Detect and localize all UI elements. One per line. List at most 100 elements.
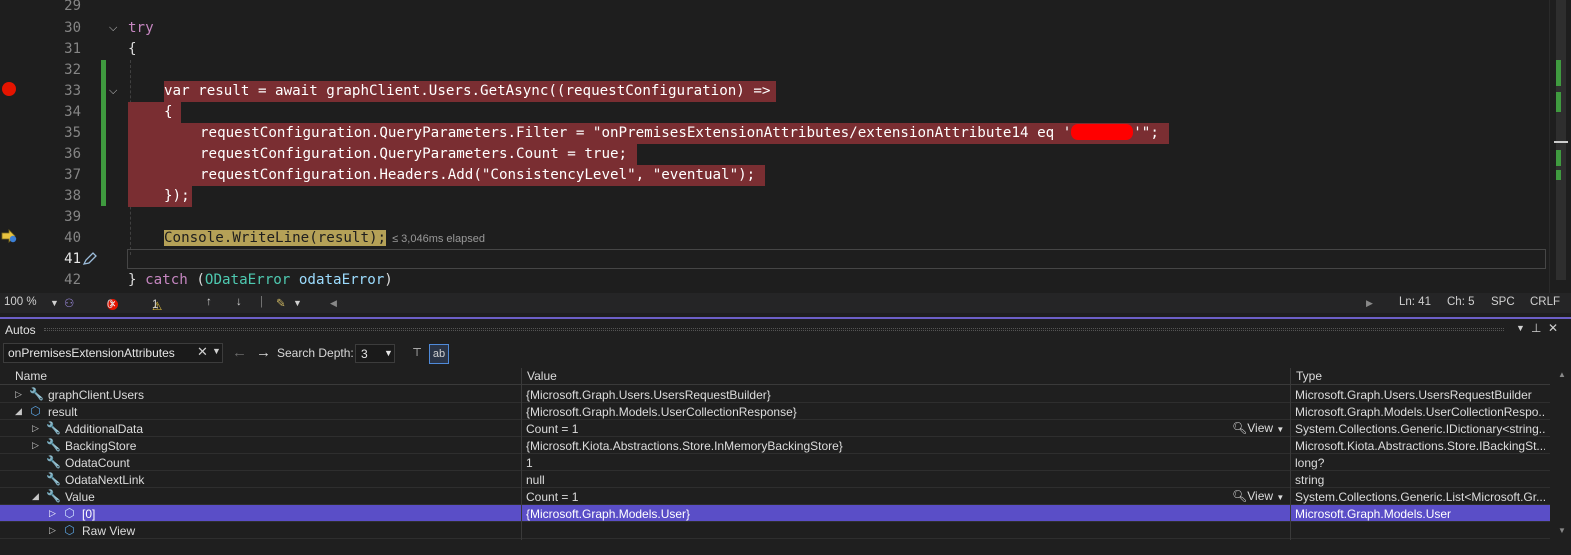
keyword-catch: catch xyxy=(145,272,188,288)
collapse-icon[interactable]: ◢ xyxy=(15,403,22,420)
hexadecimal-display-icon[interactable]: ab xyxy=(429,344,449,364)
row-value[interactable]: Count = 1 xyxy=(526,422,578,436)
edit-pencil-icon[interactable] xyxy=(82,252,98,266)
find-next-icon[interactable]: → xyxy=(256,344,271,361)
collapse-icon[interactable]: ◢ xyxy=(32,488,39,505)
column-header-value[interactable]: Value xyxy=(527,369,557,383)
code-text: ; xyxy=(618,146,628,162)
magnifier-icon: 🔍︎ xyxy=(1232,421,1248,435)
code-editor[interactable]: 29 30 ⌵ try 31 { 32 33 ⌵ var result = aw… xyxy=(0,0,1571,293)
row-value[interactable]: 1 xyxy=(526,456,533,470)
scroll-left-icon[interactable]: ◀ xyxy=(330,298,337,309)
row-value[interactable]: {Microsoft.Graph.Models.UserCollectionRe… xyxy=(526,405,797,419)
scroll-down-icon[interactable]: ▼ xyxy=(1558,526,1566,535)
code-line-35: 35 requestConfiguration.QueryParameters.… xyxy=(0,123,1550,144)
scroll-right-icon[interactable]: ▶ xyxy=(1366,298,1373,309)
current-statement-text: Console.WriteLine(result); xyxy=(164,230,387,246)
row-value[interactable]: {Microsoft.Kiota.Abstractions.Store.InMe… xyxy=(526,439,843,453)
view-label: View xyxy=(1247,489,1274,503)
line-number: 41 xyxy=(64,251,81,267)
table-row[interactable]: ◢ 🔧 Value Count = 1 🔍︎View ▼ System.Coll… xyxy=(0,488,1550,505)
expand-icon[interactable]: ▷ xyxy=(32,437,39,454)
expand-icon[interactable]: ▷ xyxy=(32,420,39,437)
indent-mode[interactable]: SPC xyxy=(1491,296,1515,308)
fold-chevron-icon[interactable]: ⌵ xyxy=(109,18,117,39)
chevron-down-icon: ▼ xyxy=(1276,425,1285,434)
fold-chevron-icon[interactable]: ⌵ xyxy=(109,81,117,102)
row-name: OdataCount xyxy=(65,456,130,470)
caret-marker xyxy=(1554,141,1568,143)
variable-name: odataError xyxy=(290,272,385,288)
code-cleanup-dropdown-icon[interactable]: ▼ xyxy=(293,298,302,308)
search-field[interactable]: ✕ ▼ xyxy=(3,343,223,363)
copilot-icon[interactable]: ⚇ xyxy=(64,296,74,310)
row-value[interactable]: Count = 1 xyxy=(526,490,578,504)
scroll-up-icon[interactable]: ▲ xyxy=(1558,370,1566,379)
code-cleanup-icon[interactable]: ✎ xyxy=(276,296,286,310)
row-value[interactable]: {Microsoft.Graph.Users.UsersRequestBuild… xyxy=(526,388,771,402)
view-visualizer-button[interactable]: 🔍︎View ▼ xyxy=(1232,489,1284,503)
expand-icon[interactable]: ▷ xyxy=(49,505,56,522)
table-row[interactable]: ▷ 🔧 BackingStore {Microsoft.Kiota.Abstra… xyxy=(0,437,1550,454)
editor-vertical-scrollbar[interactable] xyxy=(1549,0,1571,293)
row-value[interactable]: null xyxy=(526,473,545,487)
highlighted-statement: var result = await graphClient.Users.Get… xyxy=(164,81,777,102)
code-line-42: 42 } catch (ODataError odataError) xyxy=(0,270,1550,291)
perf-tip[interactable]: ≤ 3,046ms elapsed xyxy=(392,233,485,245)
autos-title-bar[interactable]: Autos ▼ ⊥ ✕ xyxy=(0,319,1571,339)
column-position: Ch: 5 xyxy=(1447,296,1475,308)
line-number: 31 xyxy=(64,41,81,57)
code-text: }); xyxy=(128,186,192,207)
column-header-type[interactable]: Type xyxy=(1296,369,1322,383)
zoom-dropdown-icon[interactable]: ▼ xyxy=(50,298,59,308)
table-row[interactable]: ▷ 🔧 graphClient.Users {Microsoft.Graph.U… xyxy=(0,386,1550,403)
line-position: Ln: 41 xyxy=(1399,296,1431,308)
view-visualizer-button[interactable]: 🔍︎View ▼ xyxy=(1232,421,1284,435)
search-history-dropdown-icon[interactable]: ▼ xyxy=(212,346,221,356)
table-row[interactable]: 🔧 OdataNextLink null string xyxy=(0,471,1550,488)
table-row[interactable]: ▷ 🔧 AdditionalData Count = 1 🔍︎View ▼ Sy… xyxy=(0,420,1550,437)
code-line-30: 30 ⌵ try xyxy=(0,18,1550,39)
window-menu-dropdown-icon[interactable]: ▼ xyxy=(1516,323,1525,333)
search-depth-select[interactable]: 3 ▼ xyxy=(355,344,395,363)
close-icon[interactable]: ✕ xyxy=(1548,321,1558,335)
line-number: 32 xyxy=(64,62,81,78)
scrollbar-thumb[interactable] xyxy=(1556,0,1566,280)
line-endings[interactable]: CRLF xyxy=(1530,296,1560,308)
change-marker xyxy=(1556,60,1561,86)
expand-icon[interactable]: ▷ xyxy=(15,386,22,403)
property-wrench-icon: 🔧 xyxy=(46,438,61,452)
previous-issue-icon[interactable]: ↑ xyxy=(206,296,212,308)
next-issue-icon[interactable]: ↓ xyxy=(236,296,242,308)
row-type: Microsoft.Graph.Models.User xyxy=(1295,507,1452,521)
title-grip xyxy=(44,328,1504,331)
pin-to-source-icon[interactable]: ⊤ xyxy=(407,344,427,364)
code-line-36: 36 requestConfiguration.QueryParameters.… xyxy=(0,144,1550,165)
table-row[interactable]: 🔧 OdataCount 1 long? xyxy=(0,454,1550,471)
pin-icon[interactable]: ⊥ xyxy=(1531,321,1541,335)
search-depth-value: 3 xyxy=(361,347,368,361)
column-separator[interactable] xyxy=(521,368,522,540)
line-number: 34 xyxy=(64,104,81,120)
row-value[interactable]: {Microsoft.Graph.Models.User} xyxy=(526,507,690,521)
chevron-down-icon: ▼ xyxy=(1276,493,1285,502)
column-separator[interactable] xyxy=(1290,368,1291,540)
clear-search-icon[interactable]: ✕ xyxy=(197,344,208,360)
table-row[interactable]: ◢ ⬡ result {Microsoft.Graph.Models.UserC… xyxy=(0,403,1550,420)
raw-view-cube-icon: ⬡ xyxy=(64,523,75,537)
table-row[interactable]: ▷ ⬡ Raw View xyxy=(0,522,1550,539)
grid-horizontal-scrollbar[interactable] xyxy=(0,541,1550,555)
code-text: requestConfiguration.QueryParameters.Fil… xyxy=(200,125,593,141)
expand-icon[interactable]: ▷ xyxy=(49,522,56,539)
find-previous-icon[interactable]: ← xyxy=(232,344,247,361)
row-name: result xyxy=(48,405,78,419)
editor-status-bar: 100 % ▼ ⚇ ✕ 0 ⚠ 1 ↑ ↓ | ✎ ▼ ◀ ▶ Ln: 41 C… xyxy=(0,293,1571,313)
code-line-37: 37 requestConfiguration.Headers.Add("Con… xyxy=(0,165,1550,186)
chevron-down-icon: ▼ xyxy=(384,348,393,358)
table-row-selected[interactable]: ▷ ⬡ [0] {Microsoft.Graph.Models.User} Mi… xyxy=(0,505,1550,522)
zoom-level[interactable]: 100 % xyxy=(4,296,37,308)
line-number: 39 xyxy=(64,209,81,225)
column-header-name[interactable]: Name xyxy=(15,369,47,383)
search-input[interactable] xyxy=(8,345,188,361)
grid-vertical-scrollbar[interactable]: ▲ ▼ xyxy=(1553,368,1571,540)
